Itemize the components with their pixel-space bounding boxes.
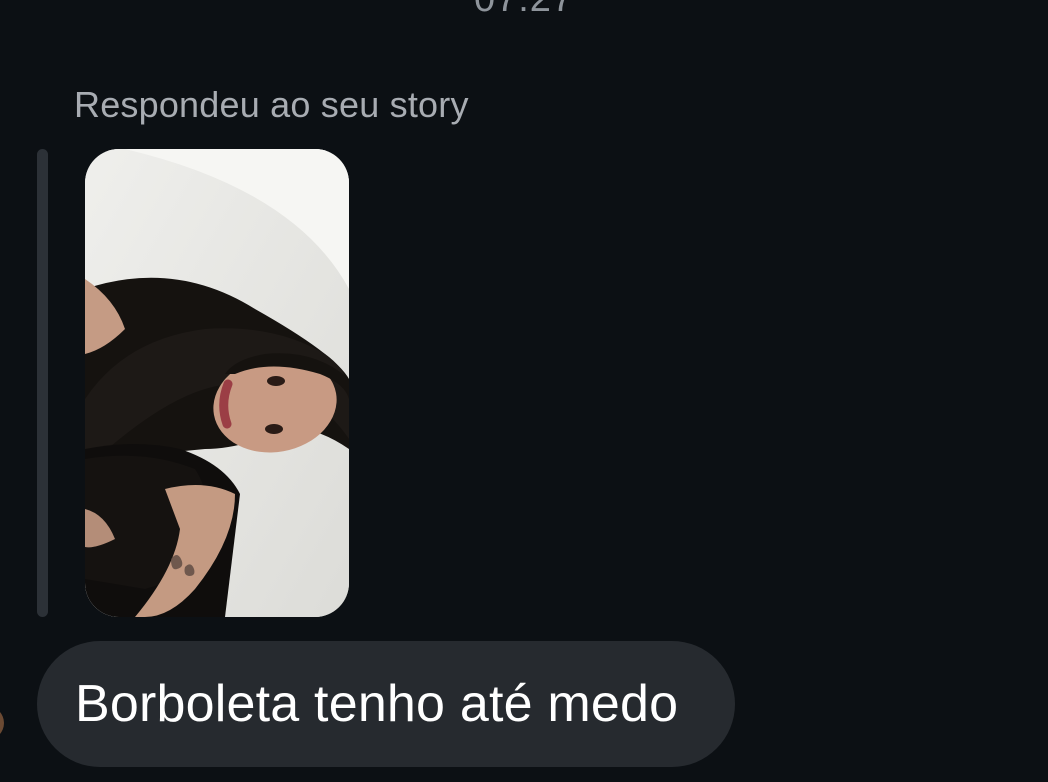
- story-photo-icon: [85, 149, 349, 617]
- message-text: Borboleta tenho até medo: [75, 675, 679, 733]
- message-timestamp: 07:27: [0, 0, 1048, 21]
- message-bubble[interactable]: Borboleta tenho até medo: [37, 641, 735, 767]
- story-reply-label: Respondeu ao seu story: [74, 84, 469, 125]
- reply-quote-bar: [37, 149, 48, 617]
- dm-conversation-screen: 07:27 Respondeu ao seu story: [0, 0, 1048, 782]
- sender-avatar[interactable]: [0, 706, 4, 740]
- story-thumbnail[interactable]: [85, 149, 349, 617]
